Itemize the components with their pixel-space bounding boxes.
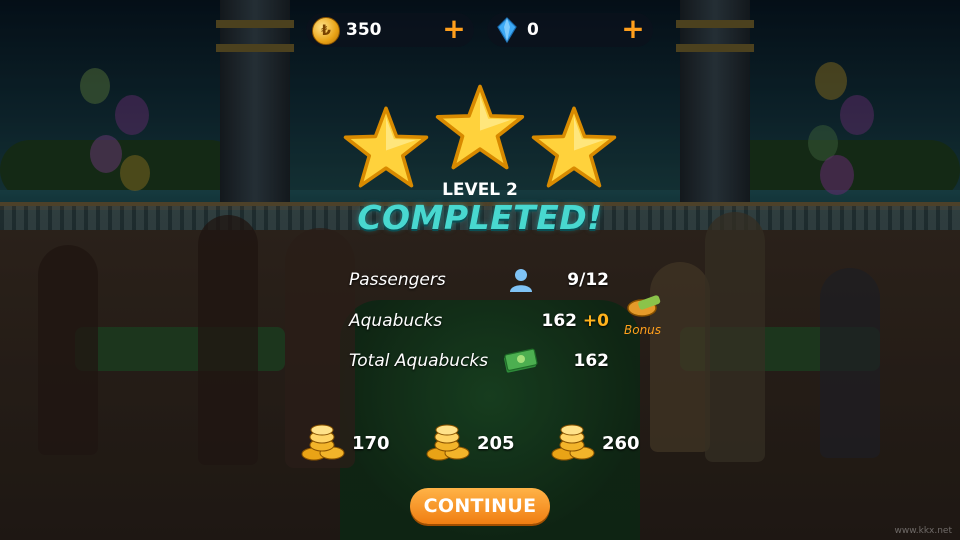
coin-stack-icon [551,424,595,461]
coin-icon: ₺ [312,17,340,45]
cash-icon [504,348,538,373]
gem-count: 0 [527,20,539,40]
watermark: www.kkx.net [894,526,953,536]
threshold-value: 170 [352,433,390,454]
passenger-icon [510,269,532,292]
bonus-icon [627,295,661,317]
completed-banner: COMPLETED! [357,198,603,237]
coin-count: 350 [346,20,382,40]
star-icon-2 [435,84,525,170]
continue-button[interactable]: CONTINUE [410,488,550,524]
aquabucks-label: Aquabucks [349,311,443,331]
star-icon-3 [531,106,617,188]
coin-stack-icon [301,424,345,461]
aquabucks-bonus-value: +0 [582,311,609,331]
gem-icon [497,17,517,43]
bonus-label: Bonus [624,323,662,337]
aquabucks-value-group: 162 +0 [542,311,610,331]
add-coins-button[interactable]: + [442,15,466,43]
total-aquabucks-label: Total Aquabucks [349,351,489,371]
coin-balance-bar: ₺ 350 + [306,13,474,47]
coin-stack-icon [426,424,470,461]
gem-balance-bar: 0 + [487,13,653,47]
passengers-value: 9/12 [567,270,609,290]
threshold-value: 260 [602,433,640,454]
background-scene [0,0,960,540]
star-icon-1 [343,106,429,188]
aquabucks-value: 162 [541,311,578,331]
add-gems-button[interactable]: + [621,15,645,43]
dim-overlay [0,0,960,540]
passengers-label: Passengers [349,270,446,290]
level-title: LEVEL 2 [442,180,518,200]
total-aquabucks-value: 162 [573,351,610,371]
threshold-value: 205 [477,433,515,454]
